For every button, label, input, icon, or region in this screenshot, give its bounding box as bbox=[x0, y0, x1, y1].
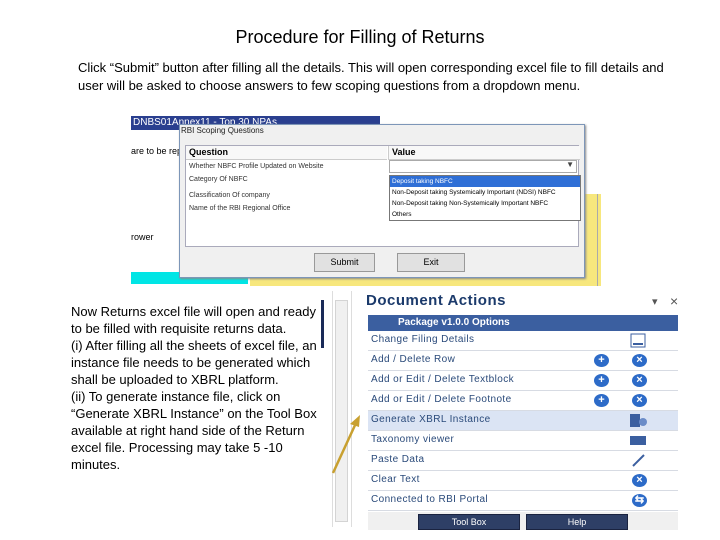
pane-footer: Tool Box Help bbox=[368, 512, 678, 530]
add-icon[interactable]: + bbox=[594, 394, 609, 407]
dropdown-option[interactable]: Non-Deposit taking Systemically Importan… bbox=[390, 187, 580, 198]
action-add-delete-row[interactable]: Add / Delete Row + × bbox=[368, 351, 678, 371]
generate-icon bbox=[630, 414, 647, 427]
question-column-header: Question bbox=[186, 146, 387, 160]
action-label: Add / Delete Row bbox=[371, 354, 456, 365]
returns-instructions: Now Returns excel file will open and rea… bbox=[71, 304, 317, 472]
exit-button[interactable]: Exit bbox=[397, 253, 465, 272]
intro-paragraph: Click “Submit” button after filling all … bbox=[78, 60, 664, 93]
value-column-header: Value bbox=[388, 146, 580, 160]
delete-icon[interactable]: × bbox=[632, 394, 647, 407]
action-label: Add or Edit / Delete Textblock bbox=[371, 374, 514, 385]
document-actions-pane: Document Actions ▾ × Package v1.0.0 Opti… bbox=[358, 292, 688, 532]
text-accent-bar bbox=[321, 300, 324, 348]
scoping-questions-dialog: RBI Scoping Questions Question Value Whe… bbox=[179, 124, 585, 278]
action-change-filing-details[interactable]: Change Filing Details bbox=[368, 331, 678, 351]
action-paste-data[interactable]: Paste Data bbox=[368, 451, 678, 471]
close-icon[interactable]: × bbox=[670, 293, 678, 309]
dropdown-option[interactable]: Others bbox=[390, 209, 580, 220]
question-row: Category Of NBFC bbox=[189, 176, 248, 183]
action-clear-text[interactable]: Clear Text × bbox=[368, 471, 678, 491]
sheet-column-divider bbox=[597, 194, 598, 286]
category-dropdown-list[interactable]: Deposit taking NBFC Non-Deposit taking S… bbox=[389, 175, 581, 221]
delete-icon[interactable]: × bbox=[632, 374, 647, 387]
add-icon[interactable]: + bbox=[594, 374, 609, 387]
action-generate-xbrl-instance[interactable]: Generate XBRL Instance bbox=[368, 411, 678, 431]
scrollbar-thumb[interactable] bbox=[335, 300, 348, 522]
dropdown-option[interactable]: Non-Deposit taking Non-Systemically Impo… bbox=[390, 198, 580, 209]
question-row: Classification Of company bbox=[189, 192, 270, 199]
toolbox-button[interactable]: Tool Box bbox=[418, 514, 520, 530]
action-label: Clear Text bbox=[371, 474, 420, 485]
action-textblock[interactable]: Add or Edit / Delete Textblock + × bbox=[368, 371, 678, 391]
package-header: Package v1.0.0 Options bbox=[368, 315, 678, 331]
action-label: Change Filing Details bbox=[371, 334, 475, 345]
clear-icon[interactable]: × bbox=[632, 474, 647, 487]
pin-icon[interactable]: ▾ bbox=[652, 295, 658, 308]
action-taxonomy-viewer[interactable]: Taxonomy viewer bbox=[368, 431, 678, 451]
chevron-down-icon: ▼ bbox=[566, 160, 574, 169]
action-label: Add or Edit / Delete Footnote bbox=[371, 394, 512, 405]
action-label: Connected to RBI Portal bbox=[371, 494, 489, 505]
slide-title: Procedure for Filling of Returns bbox=[235, 27, 485, 47]
question-row: Whether NBFC Profile Updated on Website bbox=[189, 163, 324, 170]
add-icon[interactable]: + bbox=[594, 354, 609, 367]
action-label: Paste Data bbox=[371, 454, 425, 465]
package-options-panel: Package v1.0.0 Options Change Filing Det… bbox=[368, 315, 678, 523]
pane-title: Document Actions bbox=[366, 292, 506, 309]
action-connected-portal[interactable]: Connected to RBI Portal ⇆ bbox=[368, 491, 678, 511]
help-button[interactable]: Help bbox=[526, 514, 628, 530]
delete-icon[interactable]: × bbox=[632, 354, 647, 367]
action-label: Generate XBRL Instance bbox=[371, 414, 491, 425]
submit-button[interactable]: Submit bbox=[314, 253, 375, 272]
xbrl-icon bbox=[630, 436, 646, 445]
questions-table: Question Value Whether NBFC Profile Upda… bbox=[185, 145, 581, 247]
category-select[interactable]: ▼ bbox=[389, 160, 577, 173]
dialog-title: RBI Scoping Questions bbox=[181, 126, 264, 135]
borrower-header: rower bbox=[131, 232, 154, 242]
dropdown-option[interactable]: Deposit taking NBFC bbox=[390, 176, 580, 187]
paste-icon bbox=[632, 454, 645, 467]
question-row: Name of the RBI Regional Office bbox=[189, 205, 291, 212]
action-label: Taxonomy viewer bbox=[371, 434, 455, 445]
action-footnote[interactable]: Add or Edit / Delete Footnote + × bbox=[368, 391, 678, 411]
filing-icon bbox=[630, 333, 646, 348]
connect-icon[interactable]: ⇆ bbox=[632, 494, 647, 507]
